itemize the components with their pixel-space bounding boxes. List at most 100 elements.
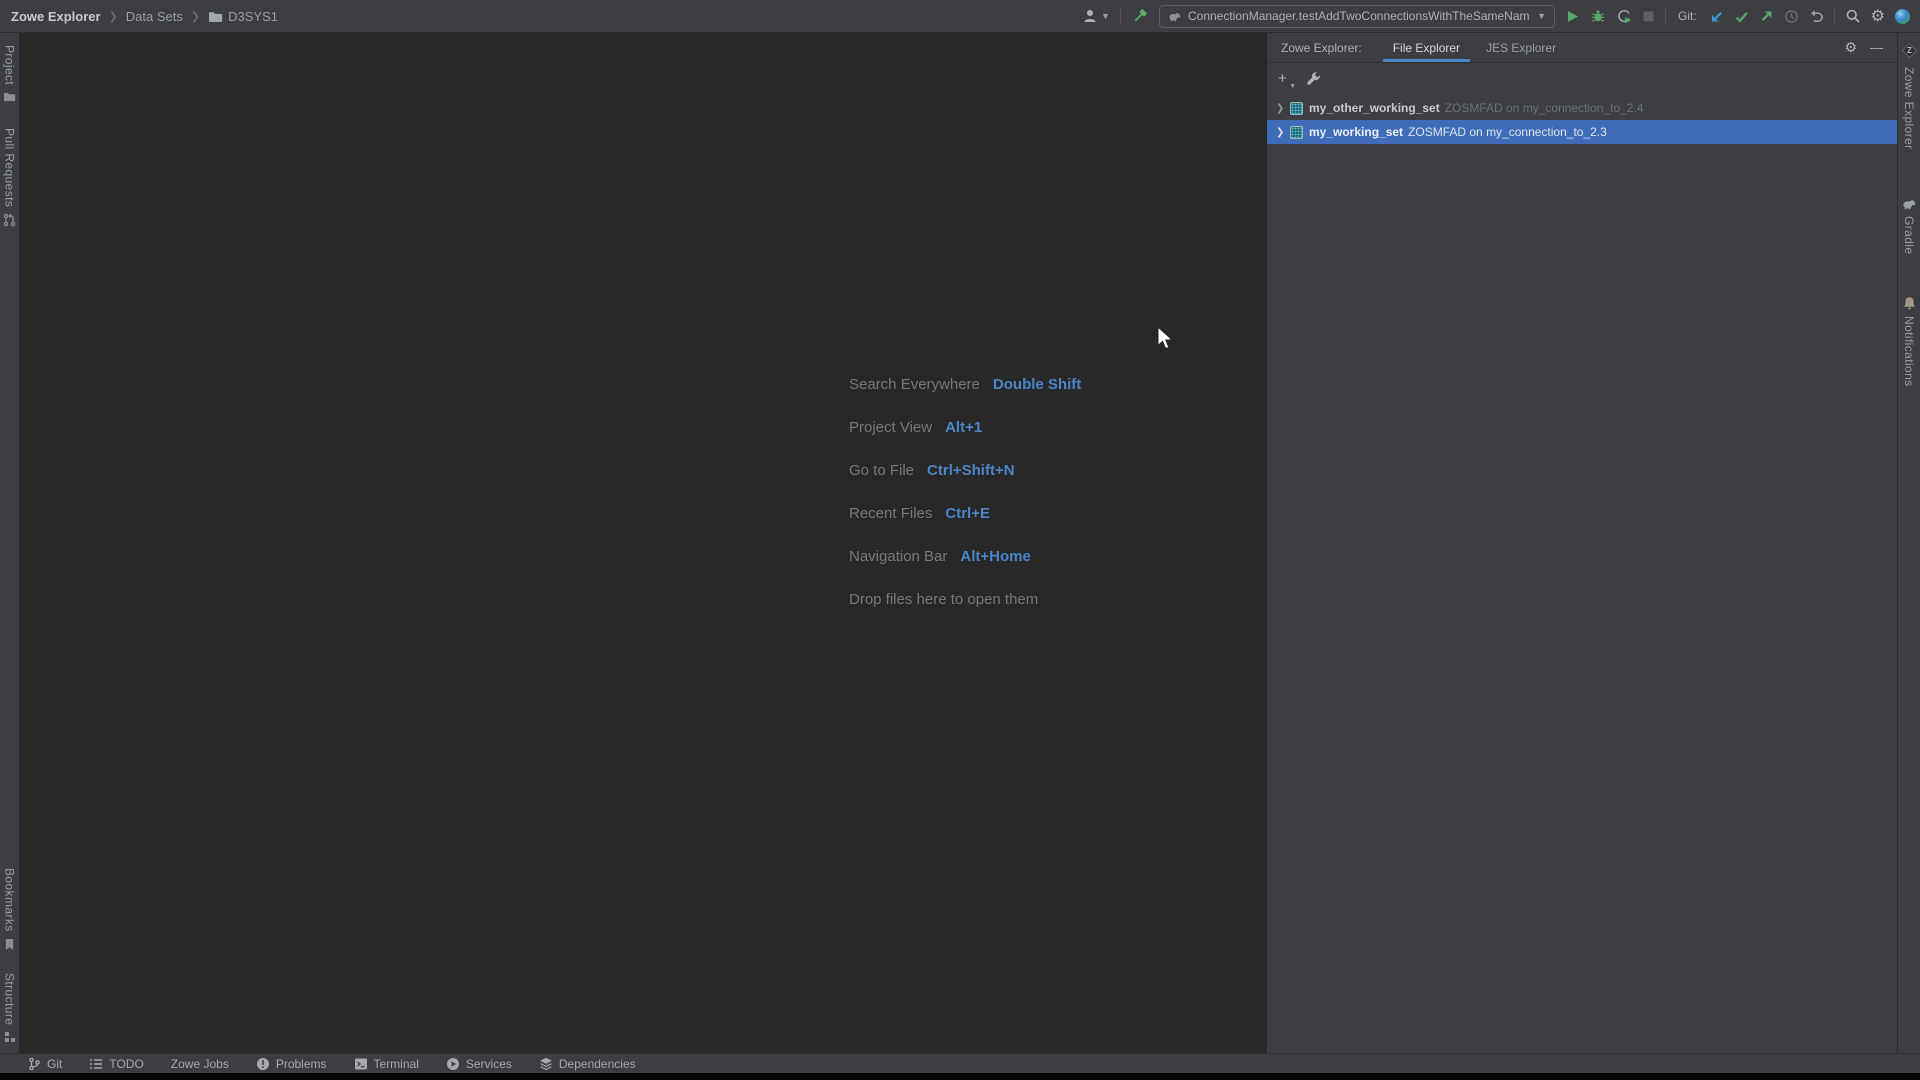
editor-empty-area: Search Everywhere Double Shift Project V… (20, 33, 1266, 1053)
tool-window-notifications[interactable]: Notifications (1902, 296, 1916, 387)
add-working-set-button[interactable]: + ▼ (1278, 69, 1296, 90)
notifications-bell-icon (1903, 296, 1916, 310)
tree-row-my-other-working-set[interactable]: ❯ my_other_working_set ZOSMFAD on my_con… (1267, 96, 1897, 120)
chevron-down-icon: ▼ (1537, 10, 1546, 21)
bookmark-icon (4, 938, 15, 951)
gradle-elephant-icon (1902, 198, 1916, 210)
status-services-button[interactable]: Services (446, 1057, 512, 1071)
project-stripe-label: Project (2, 45, 17, 86)
tree-row-my-working-set[interactable]: ❯ my_working_set ZOSMFAD on my_connectio… (1267, 120, 1897, 144)
status-dependencies-label: Dependencies (558, 1056, 636, 1071)
status-git-label: Git (47, 1056, 63, 1071)
hint-search-everywhere: Search Everywhere Double Shift (849, 363, 1081, 406)
folder-icon (208, 10, 223, 23)
status-zowe-jobs-button[interactable]: Zowe Jobs (171, 1057, 229, 1071)
working-set-icon (1290, 125, 1303, 139)
status-bar: Git TODO Zowe Jobs Problems Terminal Ser… (0, 1053, 1920, 1073)
tool-window-zowe-explorer[interactable]: Z Zowe Explorer (1901, 41, 1917, 150)
toolbar-actions: ▼ ConnectionManager.testAddTwoConnection… (1082, 0, 1920, 32)
gradle-stripe-label: Gradle (1902, 215, 1916, 254)
hint-label: Search Everywhere (849, 376, 980, 393)
tool-window-project[interactable]: Project (3, 45, 17, 102)
zowe-explorer-panel: Zowe Explorer: File Explorer JES Explore… (1266, 33, 1897, 1053)
hint-keys: Ctrl+Shift+N (927, 462, 1015, 479)
run-with-coverage-button[interactable] (1616, 8, 1632, 24)
hide-panel-icon[interactable]: — (1870, 41, 1883, 54)
chevron-right-icon: ❯ (190, 10, 201, 23)
chevron-down-icon: ▼ (1289, 82, 1296, 90)
hint-recent-files: Recent Files Ctrl+E (849, 492, 1081, 535)
status-git-button[interactable]: Git (28, 1057, 62, 1071)
structure-stripe-label: Structure (2, 972, 17, 1025)
tab-file-explorer[interactable]: File Explorer (1380, 33, 1473, 62)
hint-project-view: Project View Alt+1 (849, 406, 1081, 449)
breadcrumb-project[interactable]: Zowe Explorer (11, 9, 101, 24)
zowe-z-icon: Z (1901, 42, 1917, 59)
zowe-logo-icon[interactable] (1895, 8, 1910, 24)
toolbar-divider (1664, 7, 1666, 25)
working-set-tree: ❯ my_other_working_set ZOSMFAD on my_con… (1267, 94, 1897, 144)
tab-jes-explorer[interactable]: JES Explorer (1473, 33, 1569, 62)
run-button[interactable] (1565, 9, 1580, 24)
stop-button-disabled (1642, 10, 1655, 23)
hint-navigation-bar: Navigation Bar Alt+Home (849, 535, 1081, 578)
run-configuration-select[interactable]: ConnectionManager.testAddTwoConnectionsW… (1158, 4, 1555, 28)
main-toolbar: Zowe Explorer ❯ Data Sets ❯ D3SYS1 ▼ Con… (0, 0, 1920, 33)
tool-window-bookmarks[interactable]: Bookmarks (3, 868, 17, 951)
git-label: Git: (1677, 9, 1697, 23)
hint-keys: Alt+Home (960, 548, 1031, 565)
status-problems-label: Problems (275, 1056, 327, 1071)
status-todo-label: TODO (109, 1056, 144, 1071)
plus-icon: + (1278, 69, 1287, 87)
search-everywhere-icon[interactable] (1845, 8, 1861, 24)
expand-chevron-icon[interactable]: ❯ (1276, 127, 1290, 138)
breadcrumb-data-sets[interactable]: Data Sets (126, 9, 183, 24)
panel-header-actions: ⚙ — (1844, 33, 1897, 62)
working-set-detail: ZOSMFAD on my_connection_to_2.3 (1408, 125, 1607, 139)
hint-keys: Alt+1 (945, 419, 983, 436)
pull-requests-stripe-label: Pull Requests (2, 128, 17, 208)
tool-window-gradle[interactable]: Gradle (1902, 198, 1916, 254)
settings-gear-icon[interactable]: ⚙ (1871, 8, 1885, 24)
status-terminal-button[interactable]: Terminal (354, 1057, 419, 1071)
git-update-button[interactable] (1709, 9, 1724, 24)
hint-label: Go to File (849, 462, 915, 479)
toolbar-divider (1119, 7, 1121, 25)
git-commit-button[interactable] (1734, 9, 1749, 24)
notifications-stripe-label: Notifications (1902, 315, 1916, 387)
drop-hint-label: Drop files here to open them (849, 591, 1039, 608)
pull-request-icon (3, 213, 16, 227)
edit-wrench-icon[interactable] (1306, 71, 1321, 86)
panel-settings-gear-icon[interactable]: ⚙ (1844, 41, 1857, 55)
user-account-icon[interactable]: ▼ (1082, 8, 1110, 24)
status-todo-button[interactable]: TODO (89, 1056, 144, 1071)
left-tool-window-stripe: Project Pull Requests Bookmarks Structur… (0, 33, 20, 1053)
hint-label: Navigation Bar (849, 548, 948, 565)
expand-chevron-icon[interactable]: ❯ (1276, 103, 1290, 114)
debug-button[interactable] (1590, 8, 1606, 24)
build-hammer-icon[interactable] (1131, 7, 1149, 25)
breadcrumb-dataset-mask[interactable]: D3SYS1 (228, 9, 278, 24)
git-branch-icon (28, 1057, 41, 1071)
hint-keys: Ctrl+E (945, 505, 990, 522)
todo-list-icon (89, 1058, 103, 1070)
editor-shortcut-hints: Search Everywhere Double Shift Project V… (849, 363, 1081, 621)
toolbar-divider (1833, 7, 1835, 25)
hint-drop-files: Drop files here to open them (849, 578, 1081, 621)
breadcrumb: Zowe Explorer ❯ Data Sets ❯ D3SYS1 (0, 9, 278, 24)
chevron-right-icon: ❯ (108, 10, 118, 23)
status-terminal-label: Terminal (373, 1056, 419, 1071)
status-problems-button[interactable]: Problems (256, 1057, 327, 1071)
working-set-name: my_other_working_set (1309, 101, 1440, 115)
panel-title: Zowe Explorer: (1281, 40, 1362, 55)
status-dependencies-button[interactable]: Dependencies (539, 1057, 636, 1071)
git-push-button[interactable] (1759, 9, 1774, 24)
zowe-panel-header: Zowe Explorer: File Explorer JES Explore… (1267, 33, 1897, 63)
history-button-disabled (1784, 9, 1799, 24)
hint-label: Project View (849, 419, 933, 436)
tool-window-structure[interactable]: Structure (3, 973, 17, 1043)
rollback-button[interactable] (1809, 9, 1824, 24)
problems-icon (256, 1057, 270, 1071)
bottom-black-strip (0, 1073, 1920, 1080)
tool-window-pull-requests[interactable]: Pull Requests (3, 128, 17, 227)
